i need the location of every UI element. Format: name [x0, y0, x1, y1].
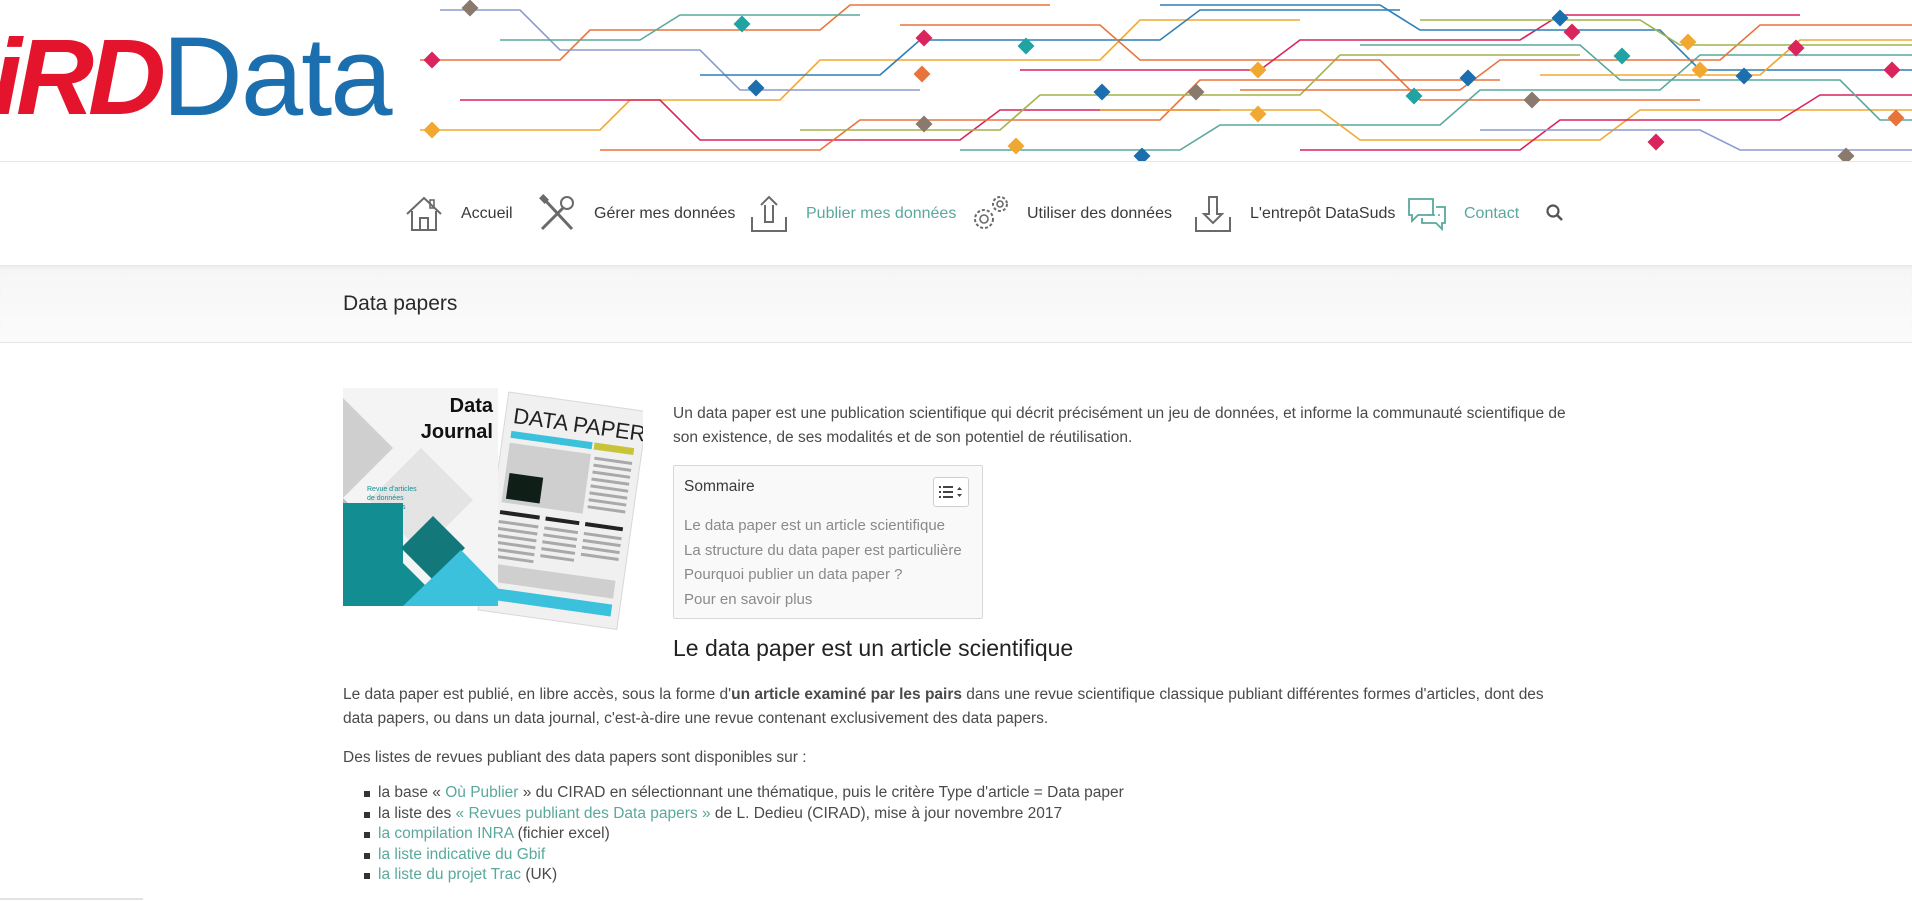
toc-toggle-button[interactable] [933, 477, 969, 507]
list-item-text: » du CIRAD en sélectionnant une thématiq… [518, 784, 1124, 801]
nav-label-gerer: Gérer mes données [594, 204, 736, 222]
list-toggle-icon [939, 486, 962, 498]
toc-title: Sommaire [684, 478, 755, 495]
list-item-text: (UK) [521, 866, 558, 883]
toc-item[interactable]: Le data paper est un article scientifiqu… [684, 514, 962, 539]
list-item: la liste des « Revues publiant des Data … [362, 804, 1124, 825]
nav-item-gerer[interactable]: Gérer mes données [536, 162, 735, 265]
nav-item-accueil[interactable]: Accueil [403, 162, 513, 265]
download-icon [1195, 195, 1231, 232]
section-heading: Le data paper est un article scientifiqu… [673, 635, 1074, 661]
chat-icon [1408, 197, 1446, 231]
journal-caption-line3: scientifiques [367, 504, 406, 511]
nav-label-utiliser: Utiliser des données [1027, 204, 1172, 222]
journal-caption-line2: de données [367, 495, 404, 502]
nav-item-contact[interactable]: Contact [1406, 162, 1519, 265]
gears-icon [974, 195, 1008, 229]
list-item-text: la liste des [378, 804, 456, 822]
nav-label-accueil: Accueil [461, 204, 513, 222]
page-title: Data papers [343, 292, 458, 315]
footer-divider [0, 898, 143, 900]
search-icon[interactable] [1544, 202, 1566, 224]
list-item: la base « Où Publier » du CIRAD en sélec… [362, 783, 1124, 804]
liste-gbif-link[interactable]: la liste indicative du Gbif [378, 846, 545, 863]
ou-publier-link[interactable]: Où Publier [445, 784, 518, 801]
table-of-contents: Sommaire Le data paper est un article sc… [673, 465, 983, 619]
circuit-decoration [420, 0, 1912, 161]
para1-text-before: Le data paper est publié, en libre accès… [343, 686, 732, 703]
toc-item[interactable]: La structure du data paper est particuli… [684, 539, 962, 564]
list-item: la compilation INRA (fichier excel) [362, 824, 1124, 845]
nav-label-contact: Contact [1464, 204, 1520, 222]
nav-label-publier: Publier mes données [806, 204, 957, 222]
nav-item-publier[interactable]: Publier mes données [748, 162, 956, 265]
revues-data-papers-link[interactable]: « Revues publiant des Data papers » [456, 805, 711, 822]
section-paragraph-2: Des listes de revues publiant des data p… [343, 749, 807, 766]
list-item: la liste indicative du Gbif [362, 845, 1124, 866]
list-item-text: la base « [378, 784, 446, 801]
section-paragraph-1: Le data paper est publié, en libre accès… [343, 683, 1573, 731]
list-item: la liste du projet Trac (UK) [362, 865, 1124, 886]
toc-item[interactable]: Pourquoi publier un data paper ? [684, 563, 962, 588]
site-header: iRD Data [0, 0, 1912, 162]
journal-title-line2: Journal [421, 421, 493, 443]
site-logo[interactable]: iRD Data [0, 14, 393, 139]
nav-item-utiliser[interactable]: Utiliser des données [969, 162, 1172, 265]
journal-caption-line1: Revue d'articles [367, 486, 417, 493]
projet-trac-link[interactable]: la liste du projet Trac [378, 866, 521, 883]
logo-ird-text: iRD [0, 16, 166, 137]
list-item-text: (fichier excel) [513, 825, 610, 842]
toc-item[interactable]: Pour en savoir plus [684, 588, 962, 613]
journal-title-line1: Data [450, 395, 494, 417]
compilation-inra-link[interactable]: la compilation INRA [378, 825, 513, 842]
page-title-band: Data papers [0, 266, 1912, 343]
para1-bold-text: un article examiné par les pairs [731, 686, 962, 703]
logo-data-text: Data [162, 14, 393, 139]
data-paper-illustration: DATA PAPER Data Journal Revue d'articles… [343, 388, 643, 631]
journal-lists-links: la base « Où Publier » du CIRAD en sélec… [362, 783, 1124, 886]
tools-icon [539, 193, 574, 230]
home-icon [406, 196, 442, 231]
main-navigation: Accueil Gérer mes données Publier mes do… [0, 162, 1912, 266]
nav-item-entrepot[interactable]: L'entrepôt DataSuds [1192, 162, 1395, 265]
list-item-text: de L. Dedieu (CIRAD), mise à jour novemb… [710, 804, 1063, 822]
toc-list: Le data paper est un article scientifiqu… [684, 514, 962, 612]
intro-paragraph: Un data paper est une publication scient… [673, 405, 1566, 446]
nav-label-entrepot: L'entrepôt DataSuds [1250, 204, 1396, 222]
upload-icon [751, 195, 787, 232]
